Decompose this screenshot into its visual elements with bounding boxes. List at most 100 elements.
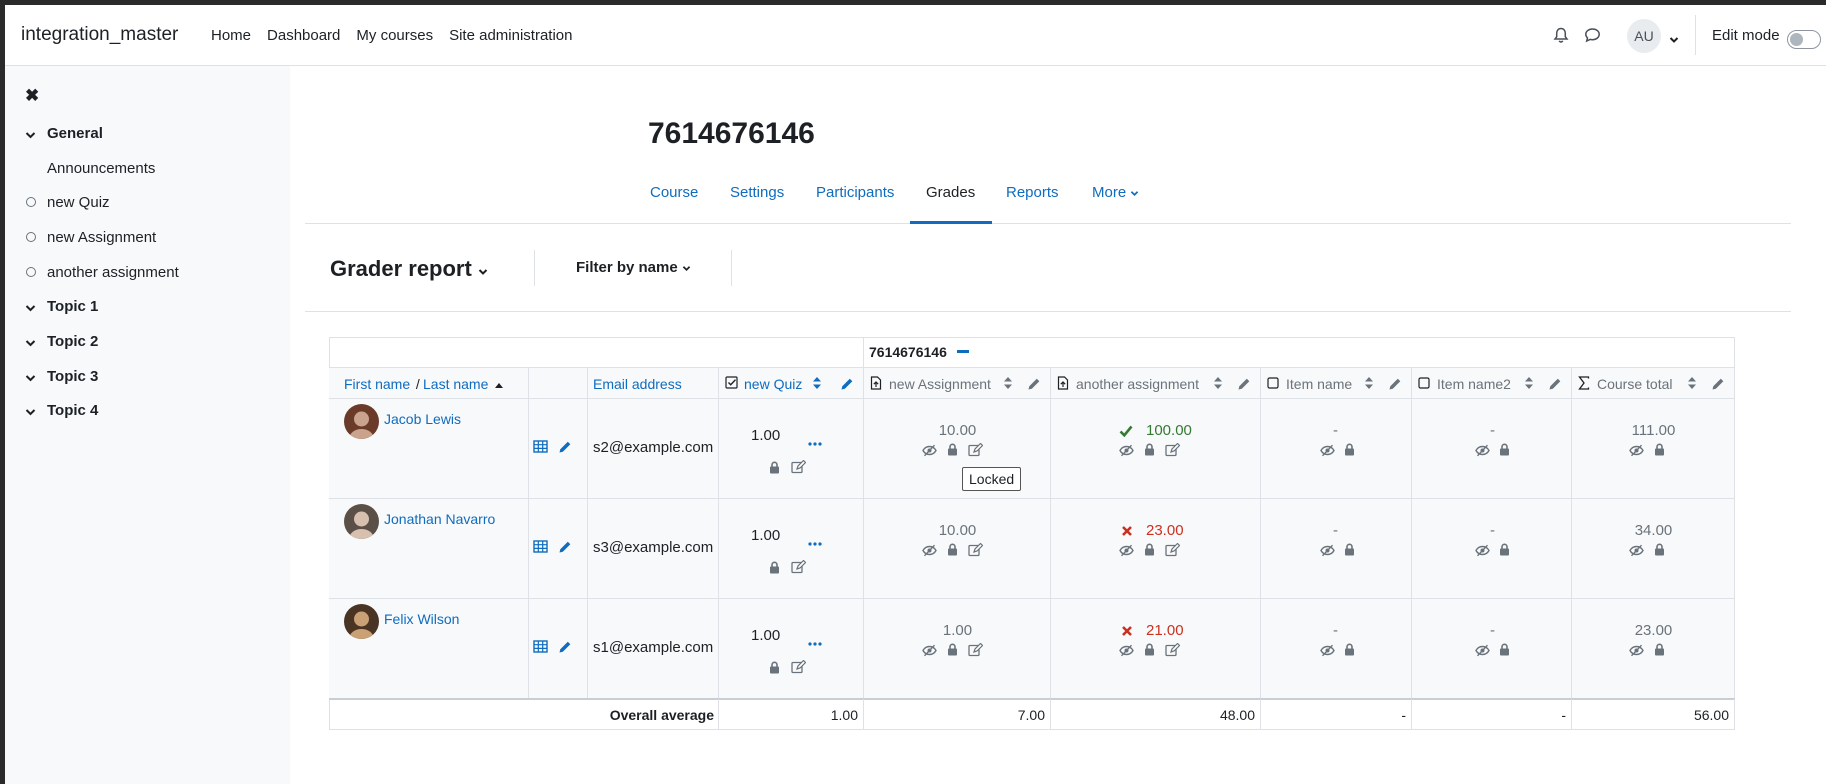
- item-header-quiz[interactable]: new Quiz: [744, 376, 802, 392]
- drawer-item[interactable]: new Assignment: [5, 227, 290, 247]
- override-edit-icon[interactable]: [791, 559, 807, 578]
- grade-actions-more-icon[interactable]: [808, 533, 822, 550]
- section-chevron-down-icon[interactable]: [25, 126, 36, 143]
- single-view-table-icon[interactable]: [533, 440, 548, 457]
- lock-icon[interactable]: [947, 643, 958, 660]
- lock-icon[interactable]: [1144, 443, 1155, 460]
- hide-eye-icon[interactable]: [1475, 644, 1490, 661]
- item-header-another[interactable]: another assignment: [1076, 376, 1199, 392]
- lock-icon[interactable]: [1344, 543, 1355, 560]
- lock-icon[interactable]: [1144, 643, 1155, 660]
- edit-user-pencil-icon[interactable]: [558, 540, 572, 558]
- item-header-total[interactable]: Course total: [1597, 376, 1672, 392]
- filter-by-name-button[interactable]: Filter by name: [576, 259, 691, 276]
- user-avatar[interactable]: AU: [1627, 19, 1661, 53]
- lock-icon[interactable]: [1344, 443, 1355, 460]
- hide-eye-icon[interactable]: [1629, 444, 1644, 461]
- drawer-item[interactable]: Topic 1: [5, 296, 290, 316]
- drawer-item[interactable]: another assignment: [5, 262, 290, 282]
- hide-eye-icon[interactable]: [1320, 644, 1335, 661]
- lock-icon[interactable]: [769, 461, 780, 478]
- hide-eye-icon[interactable]: [1629, 544, 1644, 561]
- item-header-item2[interactable]: Item name2: [1437, 376, 1511, 392]
- section-chevron-down-icon[interactable]: [25, 403, 36, 420]
- hide-eye-icon[interactable]: [1320, 544, 1335, 561]
- override-edit-icon[interactable]: [968, 442, 984, 461]
- sort-arrows-icon[interactable]: [1364, 376, 1374, 394]
- email-header-link[interactable]: Email address: [593, 376, 682, 392]
- lock-icon[interactable]: [1654, 543, 1665, 560]
- student-name-link[interactable]: Felix Wilson: [384, 611, 459, 627]
- lock-icon[interactable]: [1144, 543, 1155, 560]
- student-name-link[interactable]: Jacob Lewis: [384, 411, 461, 427]
- lock-icon[interactable]: [947, 543, 958, 560]
- hide-eye-icon[interactable]: [1119, 444, 1134, 461]
- lock-icon[interactable]: [1499, 543, 1510, 560]
- hide-eye-icon[interactable]: [1629, 644, 1644, 661]
- lock-icon[interactable]: [1344, 643, 1355, 660]
- student-name-link[interactable]: Jonathan Navarro: [384, 511, 495, 527]
- notifications-bell-icon[interactable]: [1553, 27, 1569, 48]
- nav-home[interactable]: Home: [211, 27, 251, 44]
- override-edit-icon[interactable]: [791, 459, 807, 478]
- lock-icon[interactable]: [769, 561, 780, 578]
- edit-item-pencil-icon[interactable]: [1388, 377, 1402, 395]
- drawer-item[interactable]: General: [5, 123, 290, 143]
- edit-item-pencil-icon[interactable]: [1237, 377, 1251, 395]
- hide-eye-icon[interactable]: [1119, 544, 1134, 561]
- edit-item-pencil-icon[interactable]: [840, 377, 854, 395]
- override-edit-icon[interactable]: [1165, 542, 1181, 561]
- grade-actions-more-icon[interactable]: [808, 633, 822, 650]
- drawer-item[interactable]: Announcements: [5, 158, 290, 178]
- collapse-category-icon[interactable]: [957, 350, 969, 353]
- tab-reports[interactable]: Reports: [1006, 184, 1059, 201]
- sort-last-name-link[interactable]: Last name: [423, 376, 488, 392]
- report-selector[interactable]: Grader report: [330, 256, 488, 282]
- lock-icon[interactable]: [1499, 643, 1510, 660]
- edit-item-pencil-icon[interactable]: [1027, 377, 1041, 395]
- nav-site-administration[interactable]: Site administration: [449, 27, 572, 44]
- grade-actions-more-icon[interactable]: [808, 433, 822, 450]
- drawer-item[interactable]: new Quiz: [5, 192, 290, 212]
- drawer-item[interactable]: Topic 2: [5, 331, 290, 351]
- hide-eye-icon[interactable]: [922, 644, 937, 661]
- edit-item-pencil-icon[interactable]: [1548, 377, 1562, 395]
- hide-eye-icon[interactable]: [922, 544, 937, 561]
- item-header-assignment[interactable]: new Assignment: [889, 376, 991, 392]
- nav-my-courses[interactable]: My courses: [356, 27, 433, 44]
- hide-eye-icon[interactable]: [922, 444, 937, 461]
- edit-mode-toggle[interactable]: [1787, 30, 1821, 49]
- section-chevron-down-icon[interactable]: [25, 334, 36, 351]
- sort-arrows-icon[interactable]: [1213, 376, 1223, 394]
- hide-eye-icon[interactable]: [1475, 544, 1490, 561]
- close-drawer-icon[interactable]: ✖: [25, 86, 39, 106]
- item-header-item1[interactable]: Item name: [1286, 376, 1352, 392]
- lock-icon[interactable]: [1654, 643, 1665, 660]
- drawer-item[interactable]: Topic 4: [5, 400, 290, 420]
- tab-participants[interactable]: Participants: [816, 184, 894, 201]
- sort-arrows-icon[interactable]: [1524, 376, 1534, 394]
- sort-arrows-icon[interactable]: [1687, 376, 1697, 394]
- hide-eye-icon[interactable]: [1320, 444, 1335, 461]
- lock-icon[interactable]: [769, 661, 780, 678]
- edit-user-pencil-icon[interactable]: [558, 440, 572, 458]
- override-edit-icon[interactable]: [1165, 442, 1181, 461]
- sort-arrows-icon[interactable]: [812, 376, 822, 394]
- lock-icon[interactable]: [1499, 443, 1510, 460]
- override-edit-icon[interactable]: [968, 642, 984, 661]
- tab-more[interactable]: More: [1092, 184, 1139, 201]
- override-edit-icon[interactable]: [968, 542, 984, 561]
- tab-grades[interactable]: Grades: [926, 184, 975, 201]
- drawer-item[interactable]: Topic 3: [5, 366, 290, 386]
- lock-icon[interactable]: [947, 443, 958, 460]
- user-menu-chevron-down-icon[interactable]: [1669, 31, 1679, 48]
- hide-eye-icon[interactable]: [1119, 644, 1134, 661]
- sort-arrows-icon[interactable]: [1003, 376, 1013, 394]
- hide-eye-icon[interactable]: [1475, 444, 1490, 461]
- nav-dashboard[interactable]: Dashboard: [267, 27, 340, 44]
- lock-icon[interactable]: [1654, 443, 1665, 460]
- edit-item-pencil-icon[interactable]: [1711, 377, 1725, 395]
- messages-icon[interactable]: [1584, 27, 1601, 47]
- section-chevron-down-icon[interactable]: [25, 299, 36, 316]
- override-edit-icon[interactable]: [1165, 642, 1181, 661]
